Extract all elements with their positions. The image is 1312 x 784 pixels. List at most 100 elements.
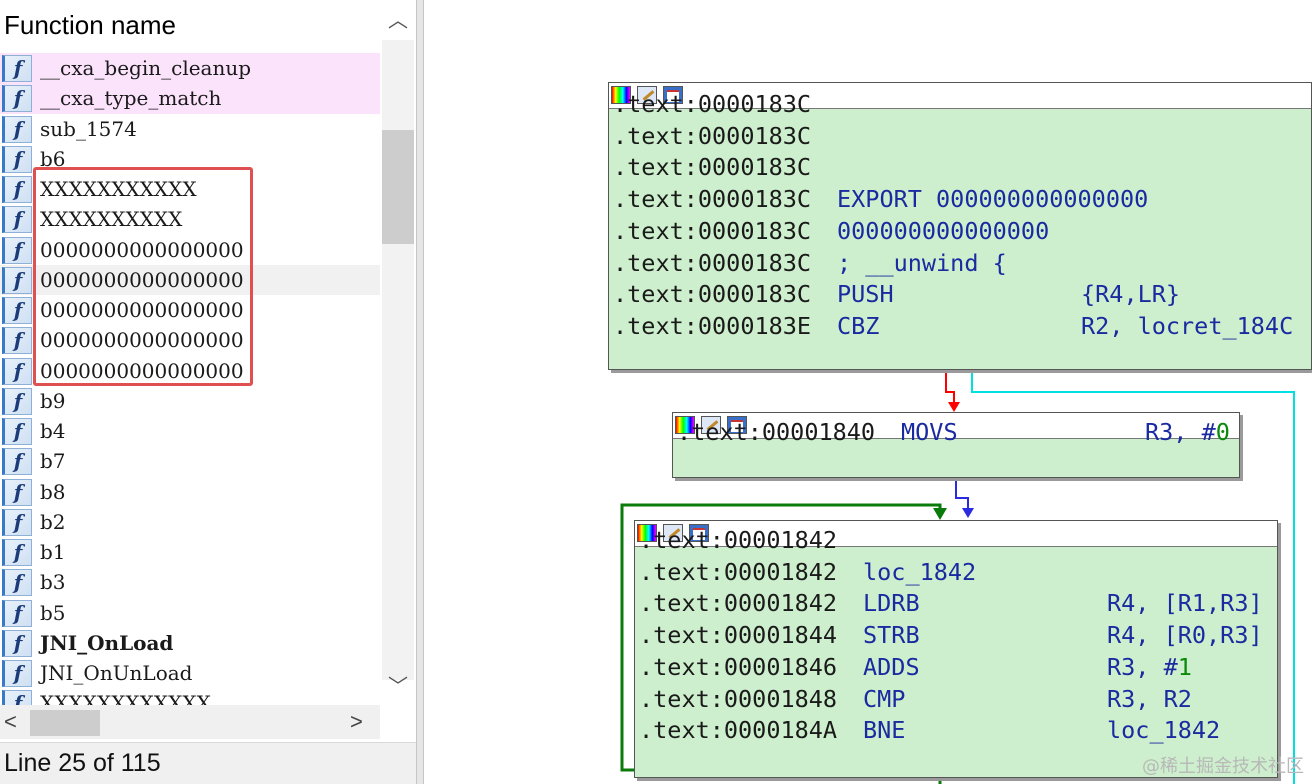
instruction-address[interactable]: .text:00001842 — [639, 557, 837, 589]
instruction-address[interactable]: .text:00001848 — [639, 684, 837, 716]
instruction-mnemonic[interactable]: BNE — [863, 715, 905, 747]
instruction-address[interactable]: .text:00001846 — [639, 652, 837, 684]
instruction-address[interactable]: .text:00001844 — [639, 620, 837, 652]
instruction-mnemonic[interactable]: CBZ — [837, 311, 879, 343]
instruction-operands[interactable]: loc_1842 — [1107, 715, 1220, 747]
instruction-mnemonic[interactable]: CMP — [863, 684, 905, 716]
function-icon: f — [2, 387, 32, 415]
scroll-right-arrow-icon[interactable]: > — [350, 709, 363, 735]
instruction-address[interactable]: .text:00001842 — [639, 588, 837, 620]
function-list-item[interactable]: f b5 — [0, 598, 380, 628]
function-list-item[interactable]: f __cxa_begin_cleanup — [0, 53, 380, 84]
instruction-mnemonic[interactable]: EXPORT 000000000000000 — [837, 184, 1148, 216]
function-list-item[interactable]: f b3 — [0, 567, 380, 597]
instruction-address[interactable]: .text:0000183C — [613, 152, 811, 184]
function-name: b3 — [40, 570, 66, 595]
watermark-text: @稀土掘金技术社区 — [1142, 756, 1304, 777]
status-bar: Line 25 of 115 — [0, 742, 416, 784]
instruction-address[interactable]: .text:0000183C — [613, 121, 811, 153]
instruction-operands[interactable]: {R4,LR} — [1081, 279, 1180, 311]
instruction-operands[interactable]: R3, #1 — [1107, 652, 1192, 684]
function-list-item[interactable]: f JNI_OnUnLoad — [0, 658, 380, 688]
instruction-mnemonic[interactable]: STRB — [863, 620, 920, 652]
instruction-mnemonic[interactable]: ; __unwind { — [837, 248, 1007, 280]
vertical-scrollbar-thumb[interactable] — [382, 130, 414, 244]
function-icon: f — [2, 85, 32, 113]
line-position-status: Line 25 of 115 — [4, 749, 161, 777]
instruction-address[interactable]: .text:0000183E — [613, 311, 811, 343]
function-name: sub_1574 — [40, 116, 137, 141]
function-name: XXXXXXXXXXXX — [40, 691, 211, 705]
instruction-operands[interactable]: R4, [R0,R3] — [1107, 620, 1263, 652]
edge-false-arrowhead — [948, 402, 960, 412]
scroll-down-arrow-icon[interactable]: ﹀ — [384, 672, 412, 702]
instruction-immediate: 0 — [1215, 418, 1230, 446]
function-name: b1 — [40, 540, 66, 564]
graph-view[interactable]: .text:0000183C .text:0000183C .text:000018… — [424, 0, 1312, 784]
instruction-operands[interactable]: R3, #0 — [1145, 417, 1230, 449]
instruction-mnemonic[interactable]: LDRB — [863, 588, 920, 620]
function-name-column-header[interactable]: Function name — [0, 0, 382, 50]
function-list-item[interactable]: f __cxa_type_match — [0, 83, 380, 114]
instruction-address[interactable]: .text:00001842 — [639, 525, 837, 557]
scroll-up-arrow-icon[interactable]: ︿ — [384, 6, 412, 36]
instruction-immediate: 1 — [1177, 652, 1192, 681]
function-list-item[interactable]: f b9 — [0, 386, 380, 416]
instruction-mnemonic[interactable]: PUSH — [837, 279, 894, 311]
instruction-operands[interactable]: R4, [R1,R3] — [1107, 588, 1263, 620]
highlight-annotation-box — [33, 167, 253, 386]
horizontal-scrollbar[interactable]: < > — [0, 705, 380, 739]
function-list-item[interactable]: f sub_1574 — [0, 114, 380, 144]
instruction-address[interactable]: .text:00001840 — [677, 417, 875, 449]
instruction-operands[interactable]: R3, R2 — [1107, 684, 1192, 716]
instruction-mnemonic[interactable]: MOVS — [901, 417, 958, 449]
function-icon: f — [2, 629, 32, 657]
function-name: __cxa_type_match — [40, 86, 222, 111]
function-icon: f — [2, 539, 32, 566]
panel-splitter[interactable] — [416, 0, 424, 784]
function-icon: f — [2, 327, 32, 355]
function-name: b9 — [40, 388, 66, 413]
instruction-address[interactable]: .text:0000183C — [613, 216, 811, 248]
instruction-address[interactable]: .text:0000183C — [613, 89, 811, 121]
function-icon: f — [2, 599, 32, 627]
function-icon: f — [2, 569, 32, 597]
instruction-address[interactable]: .text:0000183C — [613, 279, 811, 311]
function-list-item[interactable]: f b2 — [0, 507, 380, 537]
code-block-2[interactable]: .text:00001840 MOVS R3, #0 — [672, 412, 1240, 478]
instruction-address[interactable]: .text:0000183C — [613, 184, 811, 216]
edge-flow-arrowhead — [962, 508, 974, 518]
function-icon: f — [2, 508, 32, 536]
function-list-item[interactable]: f b7 — [0, 446, 380, 476]
function-list-item[interactable]: f b4 — [0, 416, 380, 446]
code-block-3[interactable]: .text:00001842 .text:00001842 loc_1842 .tex… — [634, 520, 1278, 778]
function-list-item[interactable]: f JNI_OnLoad — [0, 628, 380, 658]
function-icon: f — [2, 478, 32, 506]
instruction-address[interactable]: .text:0000184A — [639, 715, 837, 747]
instruction-mnemonic[interactable]: loc_1842 — [863, 557, 976, 589]
function-icon: f — [2, 448, 32, 476]
function-icon: f — [2, 115, 32, 143]
instruction-operands[interactable]: R2, locret_184C — [1081, 311, 1293, 343]
function-icon: f — [2, 206, 32, 234]
code-block-1[interactable]: .text:0000183C .text:0000183C .text:000018… — [608, 82, 1312, 370]
function-name: b7 — [40, 449, 66, 474]
function-icon: f — [2, 418, 32, 445]
horizontal-scrollbar-thumb[interactable] — [30, 710, 100, 736]
instruction-mnemonic[interactable]: ADDS — [863, 652, 920, 684]
function-list-item[interactable]: f b1 — [0, 537, 380, 567]
function-icon: f — [2, 297, 32, 324]
edge-loop-arrowhead — [933, 508, 947, 520]
function-icon: f — [2, 357, 32, 385]
function-icon: f — [2, 176, 32, 203]
scroll-left-arrow-icon[interactable]: < — [4, 709, 17, 735]
function-name: b5 — [40, 600, 66, 625]
function-icon: f — [2, 145, 32, 173]
instruction-address[interactable]: .text:0000183C — [613, 248, 811, 280]
function-name: __cxa_begin_cleanup — [40, 56, 252, 80]
function-name: b4 — [40, 419, 66, 443]
instruction-mnemonic[interactable]: 000000000000000 — [837, 216, 1049, 248]
function-list-item[interactable]: f XXXXXXXXXXXX — [0, 688, 380, 705]
functions-window: Function name ︿ ﹀ f __cxa_begin_cleanup f _… — [0, 0, 416, 784]
function-list-item[interactable]: f b8 — [0, 477, 380, 507]
